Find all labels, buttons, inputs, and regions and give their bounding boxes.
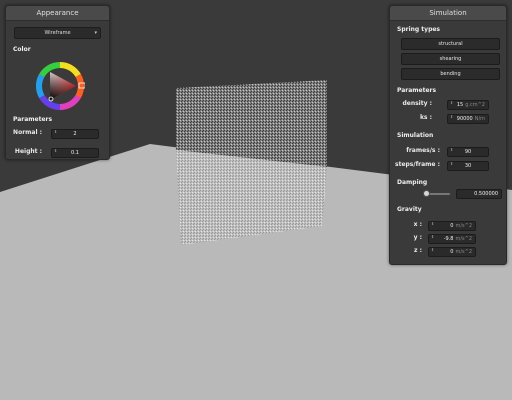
ks-label: ks : [419, 114, 432, 121]
spinner-icon[interactable]: ⬍ [431, 222, 434, 226]
normal-label: Normal : [13, 129, 42, 136]
spinner-icon[interactable]: ⬍ [450, 115, 453, 119]
steps-input[interactable]: ⬍ 30 [447, 161, 489, 171]
gravity-y-input[interactable]: ⬍ -9.8 m/s^2 [428, 234, 476, 244]
shearing-button[interactable]: shearing [401, 53, 500, 65]
appearance-panel: Appearance Wireframe ▾ Color Parameters [5, 5, 110, 160]
damping-slider-handle[interactable] [423, 190, 431, 197]
color-wheel[interactable] [35, 61, 85, 111]
gravity-y-label: y : [413, 234, 422, 241]
gravity-z-label: z : [414, 247, 422, 254]
color-section-label: Color [13, 46, 31, 53]
height-input[interactable]: ⬍ 0.1 [51, 148, 99, 158]
height-label: Height : [14, 148, 42, 155]
chevron-down-icon: ▾ [94, 30, 97, 36]
appearance-panel-title[interactable]: Appearance [6, 6, 109, 21]
spinner-icon[interactable]: ⬍ [431, 248, 434, 252]
gravity-x-label: x : [413, 221, 422, 228]
render-mode-dropdown[interactable]: Wireframe ▾ [14, 27, 101, 39]
ks-input[interactable]: ⬍ 90000 N/m [447, 114, 489, 124]
spinner-icon[interactable]: ⬍ [450, 101, 453, 105]
simulation-panel: Simulation Spring types structural shear… [389, 5, 507, 265]
gravity-z-input[interactable]: ⬍ 0 m/s^2 [428, 247, 476, 257]
simulation-section-label: Simulation [397, 132, 434, 139]
sim-parameters-label: Parameters [397, 87, 437, 94]
frames-label: frames/s : [406, 147, 440, 154]
normal-input[interactable]: ⬍ 2 [51, 129, 99, 139]
density-label: density : [402, 100, 432, 107]
spinner-icon[interactable]: ⬍ [431, 235, 434, 239]
density-input[interactable]: ⬍ 15 g.cm^2 [447, 100, 489, 110]
gravity-x-input[interactable]: ⬍ 0 m/s^2 [428, 221, 476, 231]
render-mode-value: Wireframe [44, 30, 71, 36]
simulation-panel-title[interactable]: Simulation [390, 6, 506, 21]
steps-label: steps/frame : [395, 161, 440, 168]
gravity-label: Gravity [397, 206, 422, 213]
frames-input[interactable]: ⬍ 90 [447, 147, 489, 157]
bending-button[interactable]: bending [401, 68, 500, 80]
damping-label: Damping [397, 179, 428, 186]
spring-types-label: Spring types [397, 26, 441, 33]
appearance-parameters-label: Parameters [13, 116, 53, 123]
damping-input[interactable]: 0.500000 [456, 189, 502, 199]
structural-button[interactable]: structural [401, 38, 500, 50]
